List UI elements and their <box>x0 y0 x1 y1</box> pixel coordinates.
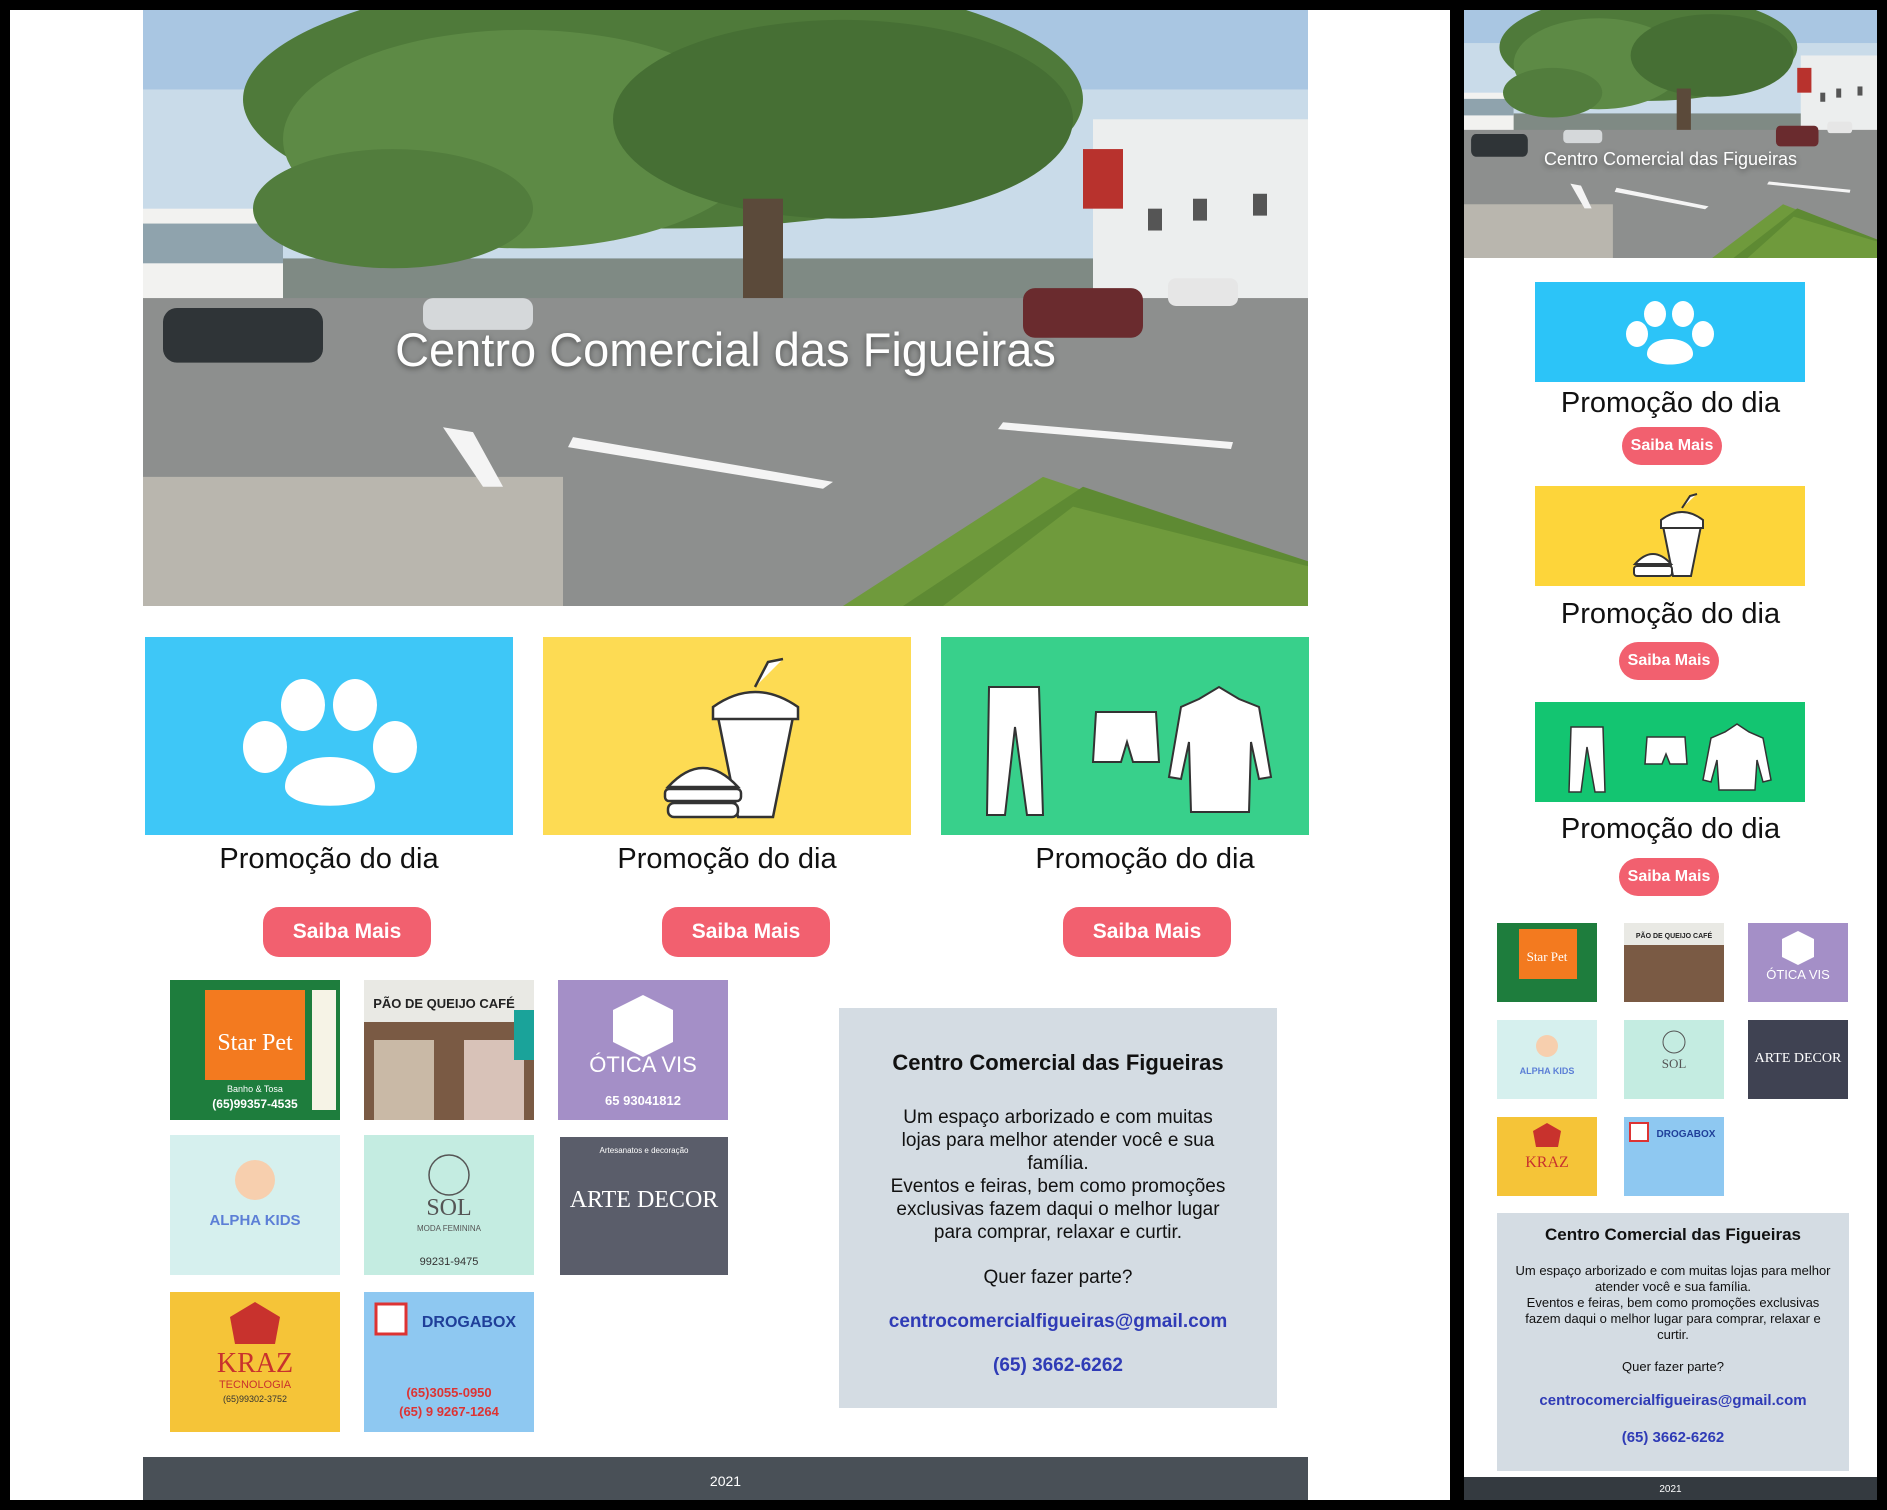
mobile-store-logo-kraz[interactable]: KRAZ <box>1497 1117 1597 1196</box>
promo-title-2: Promoção do dia <box>617 843 837 875</box>
burger-drink-icon <box>543 637 911 835</box>
hero-photo <box>143 10 1308 606</box>
mobile-email-link[interactable]: centrocomercialfigueiras@gmail.com <box>1497 1392 1849 1409</box>
otica-vis-name: ÓTICA VIS <box>589 1052 697 1077</box>
promo-image-food <box>543 637 911 835</box>
mobile-view: Centro Comercial das Figueiras Promoção … <box>1464 10 1877 1500</box>
mobile-hero-title: Centro Comercial das Figueiras <box>1543 149 1798 169</box>
mobile-info-question: Quer fazer parte? <box>1622 1359 1724 1374</box>
mobile-footer: 2021 <box>1464 1477 1877 1500</box>
sol-name: SOL <box>426 1195 471 1221</box>
email-link[interactable]: centrocomercialfigueiras@gmail.com <box>839 1311 1277 1333</box>
paw-icon <box>145 637 513 835</box>
footer: 2021 <box>143 1457 1308 1500</box>
mobile-saiba-mais-button-1[interactable]: Saiba Mais <box>1622 427 1722 465</box>
promo-image-clothes <box>941 637 1309 835</box>
info-description-2: Eventos e feiras, bem como promoções exc… <box>890 1176 1226 1243</box>
promo-title-1: Promoção do dia <box>219 843 439 875</box>
mobile-promo-image-pets <box>1535 282 1805 382</box>
store-logo-sol[interactable]: SOL MODA FEMININA 99231-9475 <box>364 1135 534 1275</box>
phone-link[interactable]: (65) 3662-6262 <box>839 1355 1277 1377</box>
mobile-store-logo-pao-de-queijo[interactable]: PÃO DE QUEIJO CAFÉ <box>1624 923 1724 1002</box>
mobile-burger-drink-icon <box>1535 486 1805 586</box>
store-logo-alpha-kids[interactable]: ALPHA KIDS <box>170 1135 340 1275</box>
mobile-arte-decor-name: ARTE DECOR <box>1755 1051 1842 1066</box>
hero-title: Centro Comercial das Figueiras <box>395 323 1056 376</box>
mobile-store-logo-starpet[interactable]: Star Pet <box>1497 923 1597 1002</box>
mobile-promo-image-clothes <box>1535 702 1805 802</box>
store-logo-kraz[interactable]: KRAZ TECNOLOGIA (65)99302-3752 <box>170 1292 340 1432</box>
kraz-line-2: (65)99302-3752 <box>223 1394 287 1404</box>
mobile-store-logo-alpha-kids[interactable]: ALPHA KIDS <box>1497 1020 1597 1099</box>
mobile-otica-vis-name: ÓTICA VIS <box>1766 967 1830 982</box>
mobile-pao-de-queijo-name: PÃO DE QUEIJO CAFÉ <box>1636 931 1713 940</box>
mobile-saiba-mais-button-3[interactable]: Saiba Mais <box>1619 858 1719 896</box>
arte-decor-line-1: Artesanatos e decoração <box>600 1146 689 1155</box>
sol-line-1: MODA FEMININA <box>417 1224 482 1233</box>
saiba-mais-button-2[interactable]: Saiba Mais <box>662 907 830 957</box>
starpet-name: Star Pet <box>217 1030 293 1056</box>
store-logo-arte-decor[interactable]: Artesanatos e decoração ARTE DECOR <box>560 1137 728 1275</box>
mobile-phone-link[interactable]: (65) 3662-6262 <box>1497 1429 1849 1446</box>
mobile-clothes-icon <box>1535 702 1805 802</box>
mobile-sol-name: SOL <box>1662 1056 1687 1071</box>
mobile-info-heading: Centro Comercial das Figueiras <box>1544 1225 1802 1244</box>
clothes-icon <box>941 637 1309 835</box>
mobile-hero-banner: Centro Comercial das Figueiras <box>1464 10 1877 258</box>
mobile-store-logo-drogabox[interactable]: DROGABOX <box>1624 1117 1724 1196</box>
drogabox-line-1: (65)3055-0950 <box>406 1385 491 1400</box>
promo-title-3: Promoção do dia <box>1035 843 1255 875</box>
drogabox-line-2: (65) 9 9267-1264 <box>399 1404 500 1419</box>
store-logo-pao-de-queijo[interactable]: PÃO DE QUEIJO CAFÉ <box>364 980 534 1120</box>
mobile-kraz-name: KRAZ <box>1525 1154 1569 1171</box>
kraz-line-1: TECNOLOGIA <box>219 1379 292 1391</box>
info-heading: Centro Comercial das Figueiras <box>892 1050 1224 1075</box>
hero-banner: Centro Comercial das Figueiras <box>143 10 1308 606</box>
desktop-view: Centro Comercial das Figueiras Promoção … <box>10 10 1450 1500</box>
mobile-footer-year: 2021 <box>1659 1484 1682 1495</box>
arte-decor-name: ARTE DECOR <box>570 1187 719 1213</box>
mobile-promo-title-1: Promoção do dia <box>1560 387 1781 419</box>
mobile-promo-title-3: Promoção do dia <box>1560 813 1781 845</box>
info-description-1: Um espaço arborizado e com muitas lojas … <box>901 1107 1215 1174</box>
mobile-store-logo-arte-decor[interactable]: ARTE DECOR <box>1748 1020 1848 1099</box>
kraz-name: KRAZ <box>217 1348 293 1379</box>
promo-image-pets <box>145 637 513 835</box>
store-logo-drogabox[interactable]: DROGABOX (65)3055-0950 (65) 9 9267-1264 <box>364 1292 534 1432</box>
store-logo-otica-vis[interactable]: ÓTICA VIS 65 93041812 <box>558 980 728 1120</box>
mobile-drogabox-name: DROGABOX <box>1657 1129 1716 1140</box>
starpet-line-2: (65)99357-4535 <box>212 1097 298 1111</box>
mobile-promo-image-food <box>1535 486 1805 586</box>
pao-de-queijo-name: PÃO DE QUEIJO CAFÉ <box>373 996 515 1011</box>
saiba-mais-button-3[interactable]: Saiba Mais <box>1063 907 1231 957</box>
mobile-promo-bg-pets <box>1535 282 1805 382</box>
mobile-store-logo-sol[interactable]: SOL <box>1624 1020 1724 1099</box>
mobile-store-logo-otica-vis[interactable]: ÓTICA VIS <box>1748 923 1848 1002</box>
saiba-mais-button-1[interactable]: Saiba Mais <box>263 907 431 957</box>
mobile-promo-title-2: Promoção do dia <box>1560 598 1781 630</box>
mobile-starpet-name: Star Pet <box>1527 949 1568 964</box>
mobile-paw-icon <box>1535 282 1805 382</box>
info-box: Centro Comercial das Figueiras Um espaço… <box>839 1008 1277 1408</box>
mobile-hero-photo <box>1464 10 1877 258</box>
mobile-info-description-1: Um espaço arborizado e com muitas lojas … <box>1515 1263 1831 1294</box>
mobile-info-box: Centro Comercial das Figueiras Um espaço… <box>1497 1213 1849 1471</box>
footer-year: 2021 <box>709 1473 742 1489</box>
otica-vis-line-1: 65 93041812 <box>605 1093 681 1108</box>
drogabox-name: DROGABOX <box>422 1314 517 1331</box>
mobile-alpha-kids-name: ALPHA KIDS <box>1520 1066 1575 1076</box>
starpet-line-1: Banho & Tosa <box>227 1084 283 1094</box>
store-logo-starpet[interactable]: Star Pet Banho & Tosa (65)99357-4535 <box>170 980 340 1120</box>
sol-line-2: 99231-9475 <box>420 1256 479 1268</box>
alpha-kids-name: ALPHA KIDS <box>209 1212 300 1229</box>
info-question: Quer fazer parte? <box>983 1267 1133 1288</box>
mobile-saiba-mais-button-2[interactable]: Saiba Mais <box>1619 642 1719 680</box>
mobile-info-description-2: Eventos e feiras, bem como promoções exc… <box>1525 1295 1821 1342</box>
